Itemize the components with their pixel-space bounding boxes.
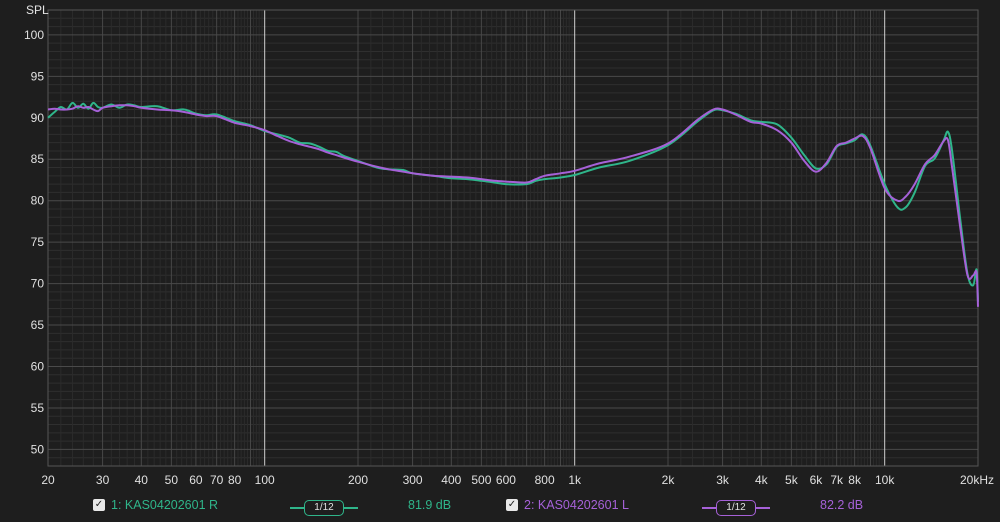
x-axis-ticks: 20 30 40 50 60 70 80 100 200 300 400 500 600 800 1k 2k 3…	[41, 473, 994, 487]
y-tick-label: 100	[24, 28, 44, 42]
x-tick-label: 800	[535, 473, 555, 487]
y-tick-label: 60	[31, 360, 45, 374]
y-axis-ticks: 50 55 60 65 70 75 80 85 90 95 100	[24, 28, 44, 457]
series-1-line	[47, 101, 979, 302]
x-tick-label: 10k	[875, 473, 895, 487]
x-tick-label: 400	[441, 473, 461, 487]
x-tick-label: 500	[471, 473, 491, 487]
minor-grid	[47, 9, 979, 467]
y-tick-label: 70	[31, 277, 45, 291]
x-tick-label: 5k	[785, 473, 799, 487]
x-tick-label: 300	[403, 473, 423, 487]
plot-frame	[47, 9, 979, 467]
x-tick-label: 8k	[848, 473, 862, 487]
x-tick-label: 30	[96, 473, 110, 487]
x-tick-label: 20	[41, 473, 55, 487]
series-1-checkbox[interactable]: ✓	[93, 499, 105, 511]
y-tick-label: 50	[31, 442, 45, 456]
series-2-smoothing-label: 1/12	[716, 500, 756, 516]
y-tick-label: 90	[31, 111, 45, 125]
series-1-level: 81.9 dB	[408, 498, 452, 512]
x-tick-label: 6k	[810, 473, 824, 487]
series-2-level: 82.2 dB	[820, 498, 864, 512]
y-tick-label: 80	[31, 194, 45, 208]
y-tick-label: 85	[31, 152, 45, 166]
y-tick-label: 55	[31, 401, 45, 415]
series-1-name: 1: KAS04202601 R	[111, 498, 219, 512]
series-1-smoothing-control[interactable]: 1/12	[290, 500, 358, 516]
frequency-response-chart: 50 55 60 65 70 75 80 85 90 95 100 20 30 40 50 60 70 80 10…	[24, 9, 994, 487]
series-2-name: 2: KAS04202601 L	[524, 498, 629, 512]
x-tick-label: 80	[228, 473, 242, 487]
x-tick-label: 50	[165, 473, 179, 487]
x-tick-label: 7k	[830, 473, 844, 487]
legend-item-series-1[interactable]: ✓ 1: KAS04202601 R	[93, 498, 218, 512]
y-tick-label: 75	[31, 235, 45, 249]
y-tick-label: 95	[31, 69, 45, 83]
series-1-smoothing-label: 1/12	[304, 500, 344, 516]
x-tick-label: 1k	[568, 473, 582, 487]
y-tick-label: 65	[31, 318, 45, 332]
x-tick-label: 2k	[662, 473, 676, 487]
y-axis-label: SPL	[26, 3, 49, 17]
legend: ✓ 1: KAS04202601 R 1/12 81.9 dB ✓ 2: KAS…	[0, 496, 1000, 522]
x-tick-label: 20kHz	[960, 473, 994, 487]
x-tick-label: 40	[135, 473, 149, 487]
x-tick-label: 200	[348, 473, 368, 487]
x-tick-label: 3k	[716, 473, 730, 487]
x-tick-label: 600	[496, 473, 516, 487]
series-lines	[47, 101, 979, 307]
legend-item-series-2[interactable]: ✓ 2: KAS04202601 L	[506, 498, 629, 512]
x-tick-label: 60	[189, 473, 203, 487]
series-2-smoothing-control[interactable]: 1/12	[702, 500, 770, 516]
x-tick-label: 100	[255, 473, 275, 487]
x-tick-label: 70	[210, 473, 224, 487]
series-2-line	[47, 104, 979, 307]
series-2-checkbox[interactable]: ✓	[506, 499, 518, 511]
major-grid	[47, 9, 979, 467]
x-tick-label: 4k	[755, 473, 769, 487]
